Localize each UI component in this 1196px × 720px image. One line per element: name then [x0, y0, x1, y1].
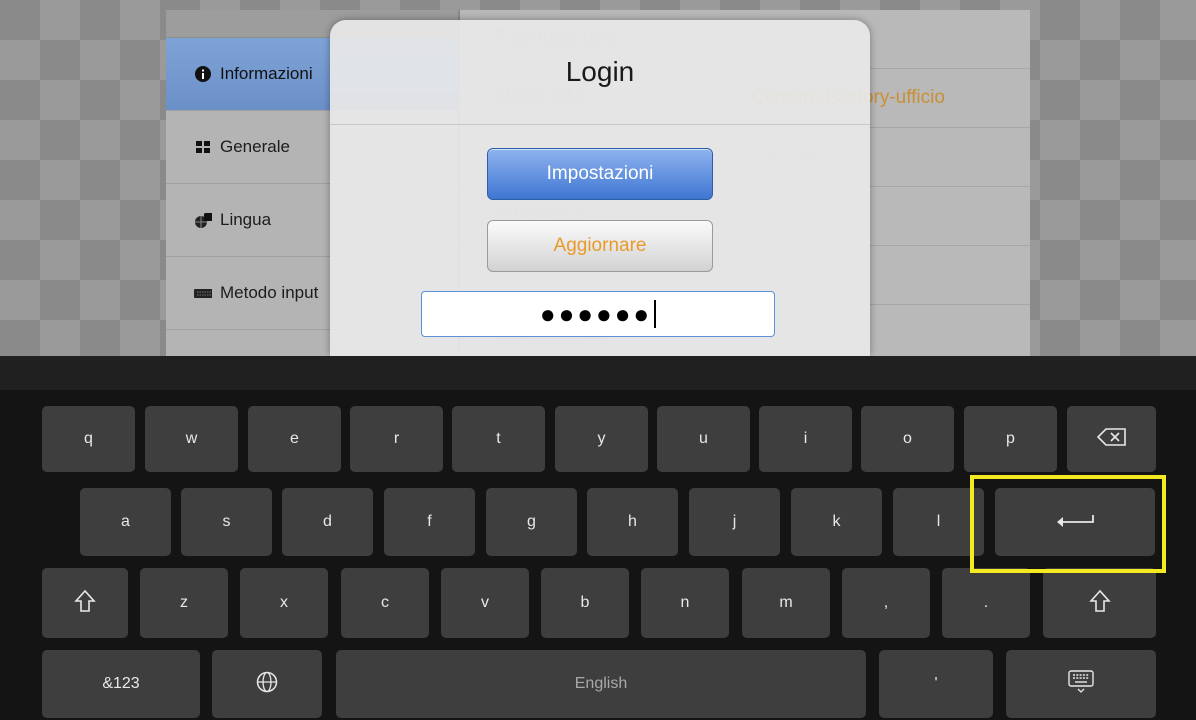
globe-icon — [256, 671, 278, 698]
key-j[interactable]: j — [689, 488, 780, 556]
language-icon — [194, 211, 212, 229]
key-x[interactable]: x — [240, 568, 328, 638]
key-n[interactable]: n — [641, 568, 729, 638]
keyboard-top-strip — [0, 356, 1196, 390]
enter-key-highlight — [970, 475, 1166, 573]
key-w[interactable]: w — [145, 406, 238, 472]
password-field[interactable]: ●●●●●● — [421, 291, 775, 337]
backspace-key[interactable] — [1067, 406, 1156, 472]
keyboard-hide-icon — [1068, 669, 1094, 699]
key-z[interactable]: z — [140, 568, 228, 638]
shift-key-left[interactable] — [42, 568, 128, 638]
key-f[interactable]: f — [384, 488, 475, 556]
shift-icon — [74, 589, 96, 618]
hide-keyboard-key[interactable] — [1006, 650, 1156, 718]
key-e[interactable]: e — [248, 406, 341, 472]
key-k[interactable]: k — [791, 488, 882, 556]
settings-button[interactable]: Impostazioni — [487, 148, 713, 200]
sidebar-item-label: Lingua — [220, 210, 272, 229]
space-key[interactable]: English — [336, 650, 866, 718]
key-u[interactable]: u — [657, 406, 750, 472]
shift-icon — [1088, 589, 1111, 618]
info-icon — [194, 65, 212, 83]
keyboard-icon — [194, 284, 212, 302]
key-r[interactable]: r — [350, 406, 443, 472]
symbols-key[interactable]: &123 — [42, 650, 200, 718]
dialog-title: Login — [330, 20, 870, 125]
key-y[interactable]: y — [555, 406, 648, 472]
key-o[interactable]: o — [861, 406, 954, 472]
key-h[interactable]: h — [587, 488, 678, 556]
key-t[interactable]: t — [452, 406, 545, 472]
key-m[interactable]: m — [742, 568, 830, 638]
key-g[interactable]: g — [486, 488, 577, 556]
key-comma[interactable]: , — [842, 568, 930, 638]
key-apostrophe[interactable]: ' — [879, 650, 993, 718]
key-q[interactable]: q — [42, 406, 135, 472]
shift-key-right[interactable] — [1043, 568, 1156, 638]
key-period[interactable]: . — [942, 568, 1030, 638]
password-value: ●●●●●● — [539, 298, 653, 329]
key-v[interactable]: v — [441, 568, 529, 638]
backspace-icon — [1096, 427, 1127, 451]
sidebar-item-label: Informazioni — [220, 64, 313, 83]
login-dialog: Login Impostazioni Aggiornare ●●●●●● — [330, 20, 870, 356]
key-c[interactable]: c — [341, 568, 429, 638]
sidebar-item-label: Metodo input — [220, 283, 319, 302]
grid-icon — [194, 138, 212, 156]
key-s[interactable]: s — [181, 488, 272, 556]
key-b[interactable]: b — [541, 568, 629, 638]
sidebar-item-label: Generale — [220, 137, 290, 156]
update-button[interactable]: Aggiornare — [487, 220, 713, 272]
key-p[interactable]: p — [964, 406, 1057, 472]
text-caret — [654, 300, 657, 328]
key-i[interactable]: i — [759, 406, 852, 472]
key-a[interactable]: a — [80, 488, 171, 556]
language-key[interactable] — [212, 650, 322, 718]
key-d[interactable]: d — [282, 488, 373, 556]
